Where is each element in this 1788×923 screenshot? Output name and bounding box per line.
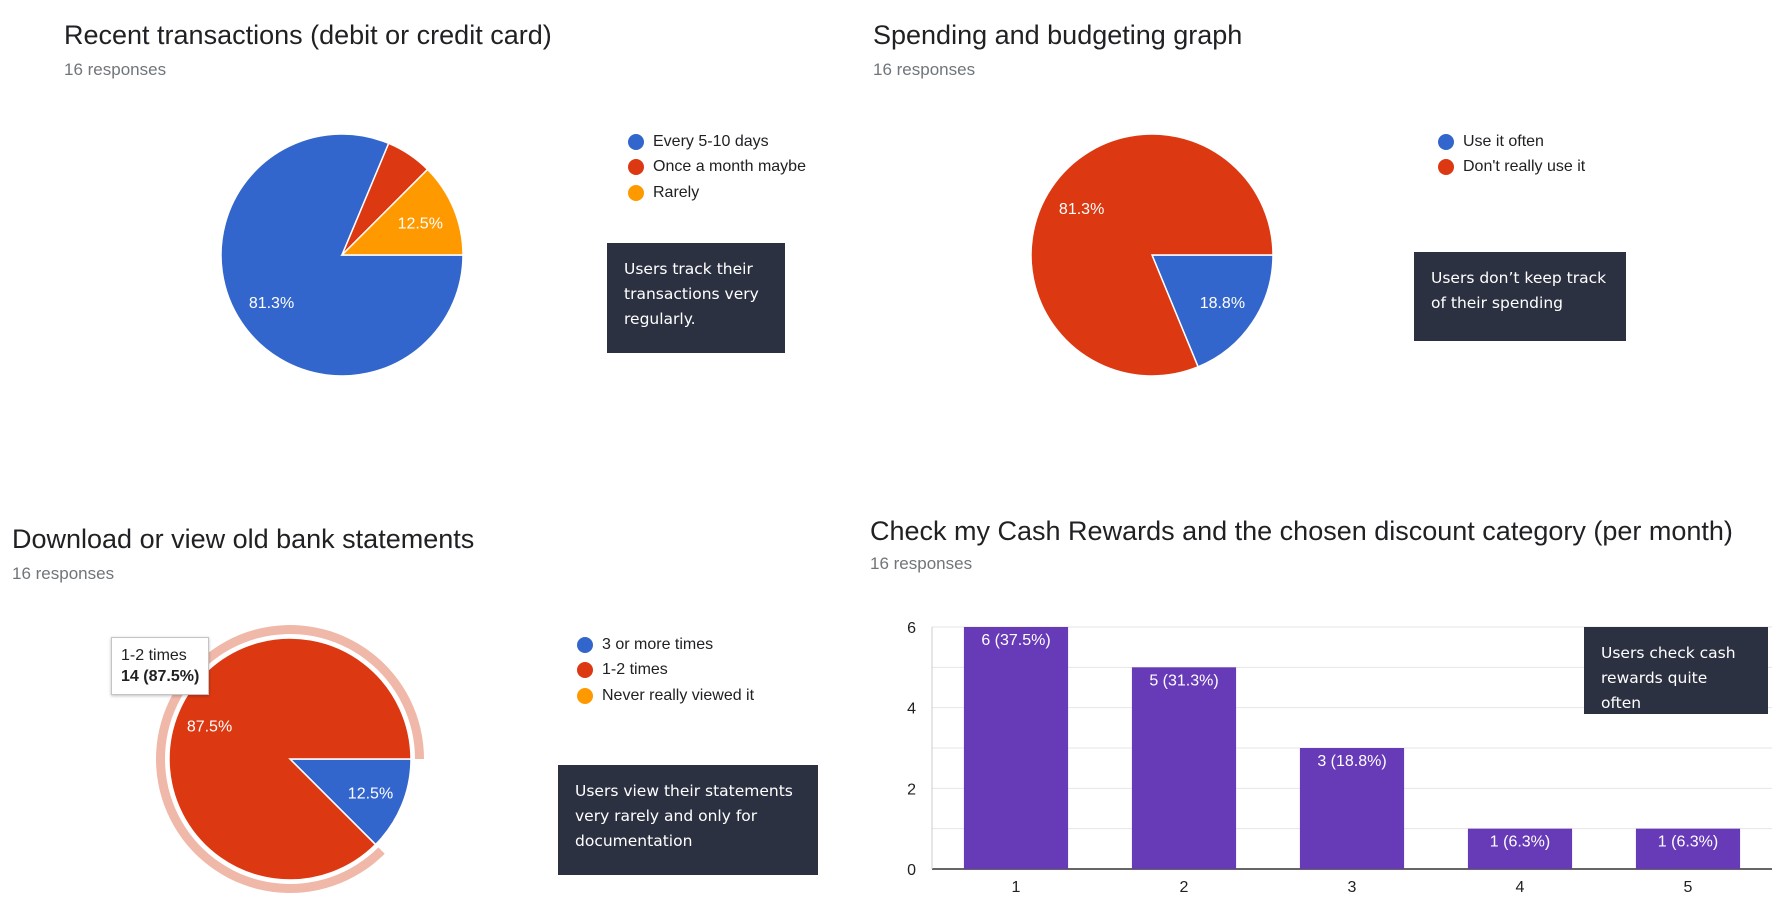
insight-note: Users don’t keep track of their spending xyxy=(1414,252,1626,341)
legend-swatch xyxy=(577,662,593,679)
legend-swatch xyxy=(577,636,593,653)
chart-title: Spending and budgeting graph xyxy=(873,20,1243,50)
response-count: 16 responses xyxy=(870,554,973,573)
bar-data-label: 1 (6.3%) xyxy=(1490,834,1550,851)
legend-swatch xyxy=(628,133,644,150)
insight-note: Users view their statements very rarely … xyxy=(558,765,818,875)
tooltip-value: 14 (87.5%) xyxy=(121,668,200,685)
x-tick-label: 5 xyxy=(1684,879,1693,896)
pie-slice[interactable] xyxy=(341,142,429,256)
x-tick-label: 1 xyxy=(1012,879,1021,896)
bar[interactable] xyxy=(1635,828,1741,869)
chart-tooltip: 1-2 times 14 (87.5%) xyxy=(111,637,210,695)
slice-label: 81.3% xyxy=(1059,201,1104,218)
slice-label: 12.5% xyxy=(398,216,443,233)
legend-label: 3 or more times xyxy=(602,635,714,653)
y-tick-label: 6 xyxy=(907,620,916,637)
legend-label: Don't really use it xyxy=(1463,158,1586,176)
legend-label: Every 5-10 days xyxy=(653,132,769,150)
legend-label: Use it often xyxy=(1463,132,1544,150)
legend-swatch xyxy=(628,184,644,201)
legend-label: Never really viewed it xyxy=(602,686,755,704)
legend-swatch xyxy=(1438,159,1454,176)
legend-label: Once a month maybe xyxy=(653,158,806,176)
legend: Use it often Don't really use it xyxy=(1438,129,1585,180)
pie-slice[interactable] xyxy=(288,758,412,846)
x-tick-label: 3 xyxy=(1348,879,1357,896)
legend-item[interactable]: Every 5-10 days xyxy=(628,129,806,155)
y-tick-label: 2 xyxy=(907,781,916,798)
legend: Every 5-10 days Once a month maybe Rarel… xyxy=(628,129,806,206)
bar-data-label: 3 (18.8%) xyxy=(1317,753,1386,770)
legend-item[interactable]: 3 or more times xyxy=(577,632,754,658)
legend-label: Rarely xyxy=(653,183,700,201)
slice-label: 18.8% xyxy=(1200,295,1245,312)
legend-item[interactable]: Never really viewed it xyxy=(577,683,754,709)
legend-item[interactable]: Rarely xyxy=(628,180,806,206)
response-count: 16 responses xyxy=(64,60,167,79)
bar-data-label: 6 (37.5%) xyxy=(981,632,1050,649)
slice-label: 87.5% xyxy=(187,719,232,736)
bar-data-label: 1 (6.3%) xyxy=(1658,834,1718,851)
legend-swatch xyxy=(577,687,593,704)
legend-label: 1-2 times xyxy=(602,661,668,679)
response-count: 16 responses xyxy=(873,60,976,79)
legend-item[interactable]: Don't really use it xyxy=(1438,155,1585,181)
bar[interactable] xyxy=(1299,748,1405,869)
legend-swatch xyxy=(628,159,644,176)
insight-note: Users track their transactions very regu… xyxy=(607,243,785,353)
bar[interactable] xyxy=(963,627,1069,869)
pie-slice[interactable] xyxy=(1150,254,1274,368)
pie-slice[interactable] xyxy=(220,133,464,377)
x-tick-label: 4 xyxy=(1516,879,1525,896)
bar-data-label: 5 (31.3%) xyxy=(1149,672,1218,689)
x-tick-label: 2 xyxy=(1180,879,1189,896)
legend: 3 or more times 1-2 times Never really v… xyxy=(577,632,754,709)
response-count: 16 responses xyxy=(12,564,115,583)
chart-title: Recent transactions (debit or credit car… xyxy=(64,20,552,50)
legend-swatch xyxy=(1438,133,1454,150)
legend-item[interactable]: Use it often xyxy=(1438,129,1585,155)
bar[interactable] xyxy=(1131,667,1237,869)
legend-item[interactable]: 1-2 times xyxy=(577,658,754,684)
pie-slice[interactable] xyxy=(340,168,464,256)
chart-title: Download or view old bank statements xyxy=(12,524,475,554)
legend-item[interactable]: Once a month maybe xyxy=(628,155,806,181)
tooltip-label: 1-2 times xyxy=(121,647,187,664)
y-tick-label: 0 xyxy=(907,862,916,879)
bar[interactable] xyxy=(1467,828,1573,869)
slice-label: 12.5% xyxy=(348,785,393,802)
chart-title: Check my Cash Rewards and the chosen dis… xyxy=(870,516,1733,546)
insight-note: Users check cash rewards quite often xyxy=(1584,627,1768,714)
y-tick-label: 4 xyxy=(907,701,916,718)
slice-label: 81.3% xyxy=(249,295,294,312)
pie-slice[interactable] xyxy=(1030,133,1274,377)
